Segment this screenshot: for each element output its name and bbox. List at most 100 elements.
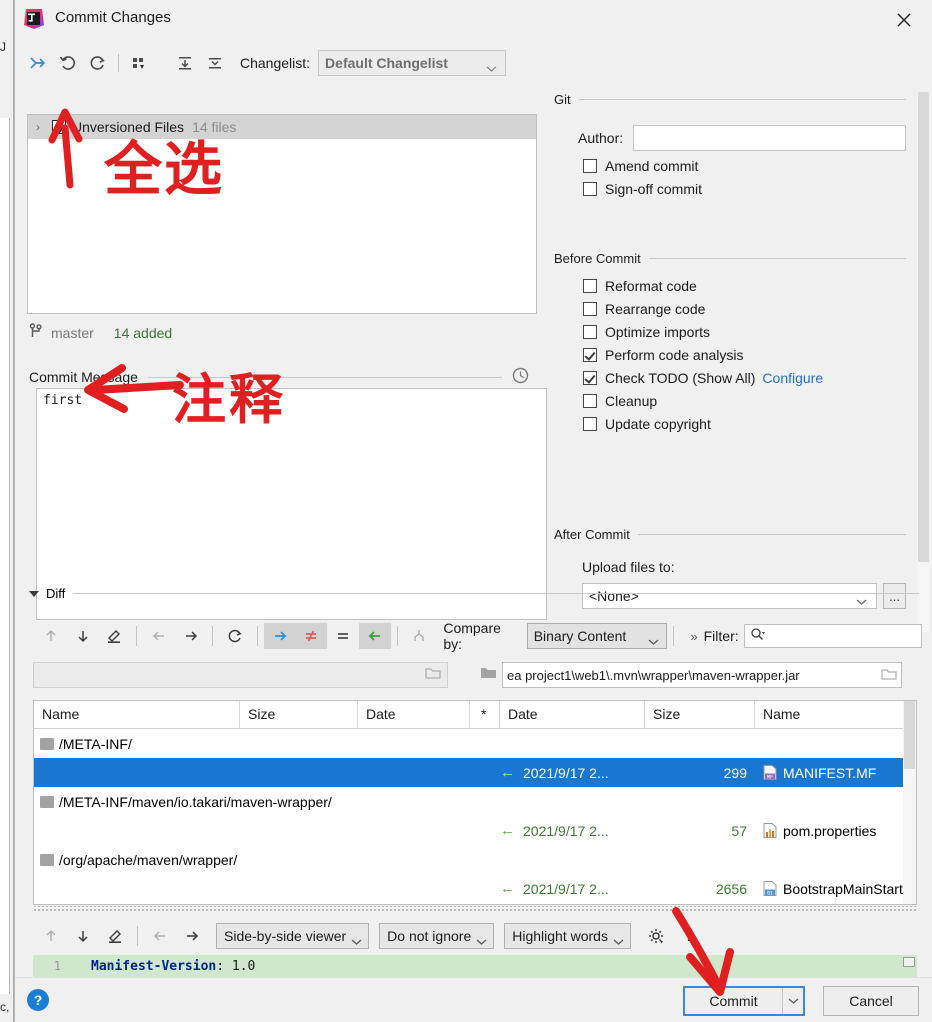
scrollbar-thumb[interactable]	[918, 92, 929, 562]
folder-icon	[40, 853, 54, 866]
highlight-policy-dropdown[interactable]: Highlight words	[504, 923, 631, 949]
configure-todo-link[interactable]: Configure	[762, 370, 823, 386]
checkbox-box[interactable]	[583, 159, 597, 173]
table-row[interactable]: /META-INF/maven/io.takari/maven-wrapper/	[34, 787, 916, 816]
table-row[interactable]: ← 2021/9/17 2... 57 pom.properties	[34, 816, 916, 845]
checkbox-update-copyright[interactable]: Update copyright	[583, 416, 906, 432]
checkbox-amend-commit[interactable]: Amend commit	[583, 158, 906, 174]
column-header-date-right[interactable]: Date	[500, 701, 645, 729]
refresh-icon[interactable]	[83, 49, 113, 77]
show-new-on-left-icon[interactable]	[359, 623, 391, 649]
checkbox-reformat-code[interactable]: Reformat code	[583, 278, 906, 294]
viewer-mode-dropdown[interactable]: Side-by-side viewer	[216, 923, 370, 949]
checkbox-cleanup[interactable]: Cleanup	[583, 393, 906, 409]
unversioned-files-tree[interactable]: › Unversioned Files 14 files	[27, 114, 537, 314]
filter-input[interactable]	[743, 624, 922, 648]
toolbar-divider	[212, 626, 214, 646]
previous-difference-icon[interactable]	[35, 623, 67, 649]
compare-by-dropdown[interactable]: Binary Content	[526, 623, 668, 649]
diff-section-header[interactable]: Diff	[29, 586, 919, 601]
column-header-size-right[interactable]: Size	[645, 701, 755, 729]
show-equal-icon[interactable]	[327, 623, 359, 649]
expand-all-icon[interactable]	[170, 49, 200, 77]
close-icon[interactable]	[882, 4, 926, 36]
right-path-field[interactable]: ea project1\web1\.mvn\wrapper\maven-wrap…	[502, 662, 902, 688]
rollback-icon[interactable]	[53, 49, 83, 77]
file-table-scrollbar[interactable]	[903, 701, 916, 904]
commit-button[interactable]: Commit	[685, 988, 782, 1014]
git-section-title: Git	[554, 92, 571, 107]
checkbox-perform-code-analysis[interactable]: Perform code analysis	[583, 347, 906, 363]
table-row[interactable]: /META-INF/	[34, 729, 916, 758]
background-text-fragment-2: c,	[0, 1000, 10, 1014]
collapse-all-icon[interactable]	[200, 49, 230, 77]
checkbox-rearrange-code[interactable]: Rearrange code	[583, 301, 906, 317]
checkbox-check-todo[interactable]: Check TODO (Show All) Configure	[583, 370, 906, 386]
toolbar-divider	[396, 626, 398, 646]
diff-code-key: Manifest-Version	[91, 958, 217, 974]
next-change-icon[interactable]	[176, 923, 208, 949]
clock-icon[interactable]	[512, 367, 532, 387]
author-field[interactable]	[633, 125, 906, 151]
group-by-icon[interactable]	[124, 49, 154, 77]
changelist-dropdown[interactable]: Default Changelist	[318, 50, 507, 76]
checkbox-box[interactable]	[583, 348, 597, 362]
scrollbar-thumb[interactable]	[904, 701, 915, 769]
table-row[interactable]: ← 2021/9/17 2... 299 MF MANIFEST.MF	[34, 758, 916, 787]
previous-change-icon[interactable]	[144, 923, 176, 949]
checkbox-box[interactable]	[583, 394, 597, 408]
checkbox-box[interactable]	[583, 371, 597, 385]
options-scrollbar[interactable]	[917, 92, 930, 632]
before-commit-list: Reformat code Rearrange code Optimize im…	[554, 278, 906, 432]
more-options-icon[interactable]: »	[690, 629, 697, 644]
next-difference-icon[interactable]	[67, 923, 99, 949]
folder-open-icon[interactable]	[881, 667, 897, 684]
checkbox-label: Perform code analysis	[605, 347, 744, 363]
column-header-name-right[interactable]: Name	[755, 701, 905, 729]
help-icon[interactable]: ?	[27, 989, 49, 1011]
edit-source-icon[interactable]	[99, 923, 131, 949]
cancel-button[interactable]: Cancel	[823, 986, 919, 1016]
show-difference-icon[interactable]	[295, 623, 328, 649]
help-icon[interactable]: ?	[673, 923, 705, 949]
edit-source-icon[interactable]	[98, 623, 130, 649]
folder-icon	[40, 795, 54, 808]
checkbox-optimize-imports[interactable]: Optimize imports	[583, 324, 906, 340]
next-difference-icon[interactable]	[67, 623, 99, 649]
folder-open-icon[interactable]	[425, 666, 441, 685]
diff-splitter-handle[interactable]	[33, 906, 917, 913]
previous-difference-icon[interactable]	[35, 923, 67, 949]
next-file-icon[interactable]	[175, 623, 207, 649]
row-left-name: /META-INF/	[34, 736, 240, 752]
table-row[interactable]: ← 2021/9/17 2... 2656 01 BootstrapMainSt…	[34, 874, 916, 903]
synchronize-icon[interactable]	[219, 623, 251, 649]
commit-options-chevron-down-icon[interactable]	[782, 988, 803, 1014]
compare-directories-icon[interactable]	[404, 623, 436, 649]
tree-node-unversioned-files[interactable]: › Unversioned Files 14 files	[28, 115, 536, 139]
checkbox-box[interactable]	[583, 417, 597, 431]
triangle-down-icon[interactable]	[29, 590, 39, 597]
left-path-field[interactable]	[33, 662, 448, 688]
diff-file-table[interactable]: Name Size Date * Date Size Name /META-IN…	[33, 700, 917, 905]
checkbox-box[interactable]	[583, 325, 597, 339]
checkbox-box[interactable]	[583, 279, 597, 293]
column-header-date-left[interactable]: Date	[358, 701, 470, 729]
column-header-star[interactable]: *	[470, 701, 500, 729]
gear-icon[interactable]	[641, 923, 673, 949]
collapse-selection-icon[interactable]	[23, 49, 53, 77]
column-header-size-left[interactable]: Size	[240, 701, 358, 729]
ignore-policy-dropdown[interactable]: Do not ignore	[379, 923, 495, 949]
after-commit-header: After Commit	[554, 527, 906, 542]
table-row[interactable]: /org/apache/maven/wrapper/	[34, 845, 916, 874]
checkbox-sign-off-commit[interactable]: Sign-off commit	[583, 181, 906, 197]
column-header-name-left[interactable]: Name	[34, 701, 240, 729]
select-all-checkbox[interactable]	[52, 120, 66, 134]
show-new-on-right-icon[interactable]	[263, 623, 296, 649]
checkbox-box[interactable]	[583, 302, 597, 316]
previous-file-icon[interactable]	[143, 623, 175, 649]
checkbox-box[interactable]	[583, 182, 597, 196]
branch-name: master	[51, 324, 94, 341]
chevron-right-icon[interactable]: ›	[36, 120, 52, 134]
compare-by-value: Binary Content	[533, 628, 627, 644]
diff-preview-line[interactable]: 1 Manifest-Version: 1.0	[33, 955, 917, 977]
